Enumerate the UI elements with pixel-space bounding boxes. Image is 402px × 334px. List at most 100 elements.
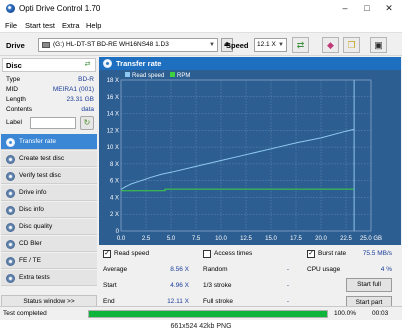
- one-third-stroke-label: 1/3 stroke: [203, 282, 232, 289]
- panel-title: Transfer rate: [116, 59, 162, 68]
- nav-label: Verify test disc: [19, 172, 61, 179]
- transfer-rate-chart: 02 X4 X6 X8 X 10 X 12 X 14 X 16 X 18 X 0.0 2.5 5…: [99, 70, 401, 245]
- x-tick-label: 17.5: [290, 236, 302, 242]
- transfer-rate-icon: [6, 138, 15, 147]
- chart-svg: 02 X4 X6 X8 X10 X12 X14 X16 X18 X0.0 2.5 5…: [99, 70, 401, 245]
- nav-disc-info[interactable]: Disc info: [1, 202, 97, 218]
- y-tick-label: 4 X: [110, 195, 119, 201]
- cpu-usage-value: 4 %: [380, 266, 392, 273]
- status-bar: Test completed 100.0% 00:03: [0, 306, 402, 320]
- disc-info-value: MEIRA1 (001): [52, 86, 94, 93]
- y-tick-label: 14 X: [107, 112, 119, 118]
- legend-label: RPM: [177, 73, 190, 79]
- progress-percent: 100.0%: [334, 310, 357, 317]
- drive-toolbar: Drive (G:) HL-DT-ST BD-RE WH16NS48 1.D3 …: [0, 34, 402, 56]
- legend-swatch: [170, 72, 175, 77]
- nav-drive-info[interactable]: Drive info: [1, 185, 97, 201]
- y-tick-label: 2 X: [110, 212, 119, 218]
- eraser-icon: ◆: [327, 40, 334, 50]
- x-tick-label: 5.0: [167, 236, 176, 242]
- create-disc-icon: [6, 155, 15, 164]
- nav-create-test-disc[interactable]: Create test disc: [1, 151, 97, 167]
- x-tick-label: 10.0: [215, 236, 227, 242]
- burst-rate-value: 75.5 MB/s: [362, 250, 392, 257]
- left-panel: Disc ⇄ Type BD-R MID MEIRA1 (001) Length…: [0, 56, 98, 320]
- refresh-icon: ↻: [83, 118, 91, 127]
- progress-fill: [89, 311, 327, 317]
- main-panel: Transfer rate 02 X4 X6 X8 X 10 X 12 X 14 X1…: [99, 56, 402, 320]
- nav-verify-test-disc[interactable]: Verify test disc: [1, 168, 97, 184]
- y-tick-label: 8 X: [110, 162, 119, 168]
- save-icon: ▣: [374, 40, 383, 50]
- image-caption: 661x524 42kb PNG: [0, 320, 402, 334]
- chevron-down-icon: ▼: [209, 42, 215, 48]
- minimize-button[interactable]: –: [334, 0, 356, 17]
- nav-label: Create test disc: [19, 155, 65, 162]
- nav-extra-tests[interactable]: Extra tests: [1, 270, 97, 286]
- random-value: -: [286, 266, 289, 273]
- drive-label: Drive: [6, 41, 25, 50]
- nav-disc-quality[interactable]: Disc quality: [1, 219, 97, 235]
- end-label: End: [103, 298, 115, 305]
- disc-info-row: Type BD-R: [6, 76, 94, 86]
- nav-label: FE / TE: [19, 257, 41, 264]
- refresh-disc-icon[interactable]: ⇄: [82, 60, 93, 70]
- drive-value: (G:) HL-DT-ST BD-RE WH16NS48 1.D3: [53, 41, 169, 48]
- refresh-drive-button[interactable]: ⇄: [292, 37, 309, 53]
- drive-select[interactable]: (G:) HL-DT-ST BD-RE WH16NS48 1.D3 ▼: [38, 38, 218, 52]
- status-text: Test completed: [3, 310, 47, 317]
- apply-label-button[interactable]: ↻: [80, 116, 94, 130]
- x-tick-label: 7.5: [192, 236, 201, 242]
- menu-start-test[interactable]: Start test: [25, 21, 55, 30]
- full-stroke-value: -: [286, 298, 289, 305]
- speed-value: 12.1 X: [257, 41, 276, 48]
- menu-help[interactable]: Help: [86, 21, 101, 30]
- disc-info-row: MID MEIRA1 (001): [6, 86, 94, 96]
- speed-label: Speed: [226, 41, 249, 50]
- nav-fe-te[interactable]: FE / TE: [1, 253, 97, 269]
- disc-info-row: Length 23.31 GB: [6, 96, 94, 106]
- nav-label: Disc info: [19, 206, 44, 213]
- burst-rate-checkbox[interactable]: ✓: [307, 250, 315, 258]
- disc-info-key: MID: [6, 86, 18, 93]
- start-label: Start: [103, 282, 117, 289]
- nav-transfer-rate[interactable]: Transfer rate: [1, 134, 97, 150]
- nav-label: Transfer rate: [19, 138, 56, 145]
- disc-info-value: data: [81, 106, 94, 113]
- access-times-checkbox[interactable]: [203, 250, 211, 258]
- x-tick-label: 22.5: [340, 236, 352, 242]
- app-disc-icon: [6, 4, 15, 13]
- speed-select[interactable]: 12.1 X ▼: [254, 38, 287, 52]
- drive-info-icon: [6, 189, 15, 198]
- menu-file[interactable]: File: [5, 21, 17, 30]
- menu-extra[interactable]: Extra: [62, 21, 80, 30]
- verify-disc-icon: [6, 172, 15, 181]
- progress-bar: [88, 310, 328, 318]
- legend-swatch: [125, 72, 130, 77]
- refresh-icon: ⇄: [296, 40, 305, 50]
- close-button[interactable]: ✕: [378, 0, 400, 17]
- read-speed-checkbox[interactable]: ✓: [103, 250, 111, 258]
- nav-label: CD Bler: [19, 240, 42, 247]
- nav-label: Extra tests: [19, 274, 50, 281]
- disc-label-key: Label: [6, 119, 22, 126]
- disc-info-value: BD-R: [78, 76, 94, 83]
- save-button[interactable]: ▣: [370, 37, 387, 53]
- average-value: 8.56 X: [170, 266, 189, 273]
- erase-button[interactable]: ◆: [322, 37, 339, 53]
- maximize-button[interactable]: □: [356, 0, 378, 17]
- start-full-button[interactable]: Start full: [346, 278, 392, 292]
- checkmark-icon: ✓: [104, 250, 110, 257]
- y-tick-label: 16 X: [107, 95, 119, 101]
- y-tick-label: 6 X: [110, 179, 119, 185]
- title-bar: Opti Drive Control 1.70 – □ ✕: [0, 0, 402, 18]
- burst-rate-label: Burst rate: [318, 250, 347, 257]
- cd-bler-icon: [6, 240, 15, 249]
- disc-label-input[interactable]: [30, 117, 76, 129]
- copy-button[interactable]: ❐: [343, 37, 360, 53]
- one-third-stroke-value: -: [286, 282, 289, 289]
- nav-label: Drive info: [19, 189, 47, 196]
- nav-cd-bler[interactable]: CD Bler: [1, 236, 97, 252]
- chevron-down-icon: ▼: [278, 42, 284, 48]
- disc-info-key: Length: [6, 96, 26, 103]
